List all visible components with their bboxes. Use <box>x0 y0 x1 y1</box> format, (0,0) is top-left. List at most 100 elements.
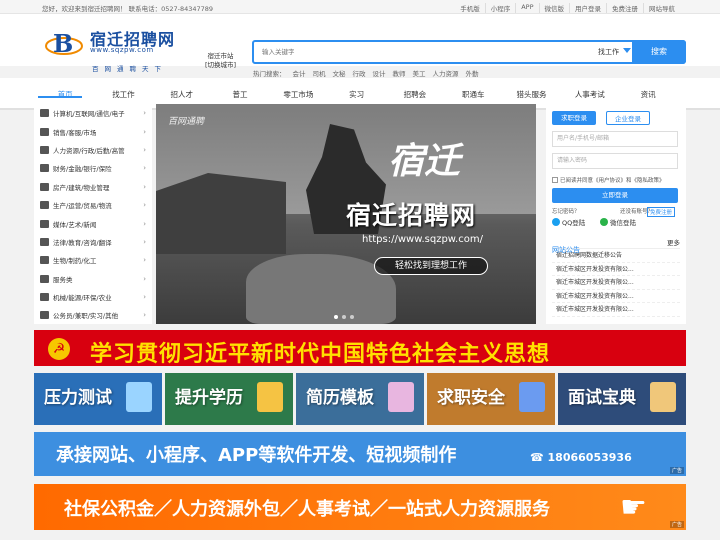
hot-term[interactable]: 司机 <box>313 68 326 78</box>
city-selector[interactable]: 宿迁市站 [切换城市] <box>205 52 236 70</box>
hot-term[interactable]: 文秘 <box>333 68 346 78</box>
qq-login[interactable]: QQ登陆 <box>552 217 585 227</box>
category-label: 人力资源/行政/后勤/高管 <box>53 146 125 155</box>
category-label: 房产/建筑/物业管理 <box>53 183 110 192</box>
category-item[interactable]: 计算机/互联网/通信/电子 › <box>34 104 152 122</box>
tile-label: 求职安全 <box>437 388 505 408</box>
ad-tag: 广告 <box>669 521 684 528</box>
top-link-sitemap[interactable]: 网站导航 <box>643 3 680 13</box>
ad-banner-software-text: 承接网站、小程序、APP等软件开发、短视频制作 <box>56 445 457 466</box>
tile-education[interactable]: 提升学历 <box>165 373 293 425</box>
hot-label: 热门搜索： <box>253 70 286 78</box>
wechat-login[interactable]: 微信登陆 <box>600 217 636 227</box>
logo-icon: B <box>45 29 83 58</box>
category-item[interactable]: 机械/能源/环保/农业 › <box>34 288 152 306</box>
law-icon <box>40 237 49 246</box>
tile-job-safety[interactable]: 求职安全 <box>427 373 555 425</box>
qq-login-label: QQ登陆 <box>562 219 586 227</box>
notice-list: 宿迁招聘网数据迁移公告 宿迁市城区开发投资有限公... 宿迁市城区开发投资有限公… <box>552 249 680 317</box>
logo-tagline: 百网通聘天下 <box>92 65 167 73</box>
chevron-right-icon: › <box>143 311 146 320</box>
computer-icon <box>40 109 49 118</box>
notice-item[interactable]: 宿迁市城区开发投资有限公... <box>552 303 680 317</box>
top-link-miniprogram[interactable]: 小程序 <box>484 3 516 13</box>
ad-banner-software[interactable]: 承接网站、小程序、APP等软件开发、短视频制作 ☎ 18066053936 广告 <box>34 432 686 476</box>
chevron-right-icon: › <box>143 127 146 136</box>
category-item[interactable]: 法律/教育/咨询/翻译 › <box>34 233 152 251</box>
carousel-dot[interactable] <box>342 315 346 319</box>
hot-term[interactable]: 美工 <box>413 68 426 78</box>
tile-interview-guide[interactable]: 面试宝典 <box>558 373 686 425</box>
password-field[interactable]: 请输入密码 <box>552 153 678 169</box>
hot-term[interactable]: 行政 <box>353 68 366 78</box>
category-label: 媒体/艺术/新闻 <box>53 220 97 229</box>
category-item[interactable]: 人力资源/行政/后勤/高管 › <box>34 141 152 159</box>
wechat-icon <box>600 218 608 226</box>
badge-icon <box>40 311 49 320</box>
login-button[interactable]: 立即登录 <box>552 188 678 203</box>
tile-resume-template[interactable]: 简历模板 <box>296 373 424 425</box>
hot-term[interactable]: 人力资源 <box>433 68 459 78</box>
category-item[interactable]: 销售/客服/市场 › <box>34 122 152 140</box>
test-paper-icon <box>126 382 152 412</box>
notice-item[interactable]: 宿迁市城区开发投资有限公... <box>552 263 680 276</box>
agree-checkbox[interactable] <box>552 177 558 183</box>
category-label: 法律/教育/咨询/翻译 <box>53 238 112 247</box>
ad-banner-hr-service[interactable]: 社保公积金／人力资源外包／人事考试／一站式人力资源服务 ☛ 广告 <box>34 484 686 530</box>
chevron-right-icon: › <box>143 274 146 283</box>
logo-url: www.sqzpw.com <box>90 46 154 54</box>
party-emblem-icon: ☭ <box>48 338 70 360</box>
category-label: 生产/运营/贸易/物流 <box>53 202 112 211</box>
top-link-mobile[interactable]: 手机版 <box>455 3 485 13</box>
hot-term[interactable]: 教师 <box>393 68 406 78</box>
ad-banner-politics-text: 学习贯彻习近平新时代中国特色社会主义思想 <box>90 342 551 367</box>
register-button[interactable]: 免费注册 <box>647 207 676 217</box>
top-link-wechat[interactable]: 微信版 <box>538 3 570 13</box>
chevron-right-icon: › <box>143 164 146 173</box>
banner-calligraphy: 宿迁 <box>388 140 461 182</box>
notice-item[interactable]: 宿迁市城区开发投资有限公... <box>552 290 680 303</box>
carousel-dot[interactable] <box>334 315 338 319</box>
search-type-select[interactable]: 找工作 <box>598 47 631 57</box>
search-button[interactable]: 搜索 <box>632 40 686 64</box>
top-links: 手机版 小程序 APP 微信版 用户登录 免费注册 网站导航 <box>455 3 680 13</box>
service-icon <box>40 274 49 283</box>
login-tabs: 求职登录 企业登录 <box>552 111 680 125</box>
notice-item[interactable]: 宿迁市城区开发投资有限公... <box>552 276 680 290</box>
chevron-right-icon: › <box>143 109 146 118</box>
category-item[interactable]: 服务类 › <box>34 270 152 288</box>
main-area: 计算机/互联网/通信/电子 › 销售/客服/市场 › 人力资源/行政/后勤/高管 › … <box>34 104 686 324</box>
top-link-app[interactable]: APP <box>515 3 538 13</box>
media-icon <box>40 219 49 228</box>
ad-banner-politics[interactable]: ☭ 学习贯彻习近平新时代中国特色社会主义思想 <box>34 330 686 367</box>
hot-term[interactable]: 外勤 <box>466 68 479 78</box>
category-item[interactable]: 房产/建筑/物业管理 › <box>34 178 152 196</box>
notice-more-link[interactable]: 更多 <box>667 237 680 247</box>
tile-stress-test[interactable]: 压力测试 <box>34 373 162 425</box>
svg-text:B: B <box>53 29 73 58</box>
top-link-register[interactable]: 免费注册 <box>606 3 643 13</box>
city-switch-link[interactable]: [切换城市] <box>205 61 236 70</box>
agreement: 已阅读并同意《用户协议》和《隐私政策》 <box>552 176 680 184</box>
search-input[interactable] <box>262 46 592 58</box>
forgot-password-link[interactable]: 忘记密码？ <box>552 207 580 215</box>
category-item[interactable]: 媒体/艺术/新闻 › <box>34 214 152 232</box>
tab-jobseeker-login[interactable]: 求职登录 <box>552 111 596 125</box>
login-panel: 求职登录 企业登录 用户名/手机号/邮箱 请输入密码 已阅读并同意《用户协议》和… <box>546 104 686 324</box>
tile-label: 压力测试 <box>44 388 112 408</box>
hero-carousel[interactable]: 百网通聘 宿迁 宿迁招聘网 https://www.sqzpw.com/ 轻松找… <box>156 104 536 324</box>
chevron-right-icon: › <box>143 145 146 154</box>
category-item[interactable]: 公务员/兼职/实习/其他 › <box>34 306 152 324</box>
category-item[interactable]: 财务/金融/银行/保险 › <box>34 159 152 177</box>
category-item[interactable]: 生物/制药/化工 › <box>34 251 152 269</box>
username-field[interactable]: 用户名/手机号/邮箱 <box>552 131 678 147</box>
hot-term[interactable]: 设计 <box>373 68 386 78</box>
site-logo[interactable]: B 宿迁招聘网 www.sqzpw.com 百网通聘天下 <box>44 26 194 73</box>
hot-term[interactable]: 会计 <box>293 68 306 78</box>
category-item[interactable]: 生产/运营/贸易/物流 › <box>34 196 152 214</box>
tab-company-login[interactable]: 企业登录 <box>606 111 650 125</box>
carousel-dots <box>334 315 354 319</box>
carousel-dot[interactable] <box>350 315 354 319</box>
tools-icon <box>40 201 49 210</box>
top-link-login[interactable]: 用户登录 <box>569 3 606 13</box>
